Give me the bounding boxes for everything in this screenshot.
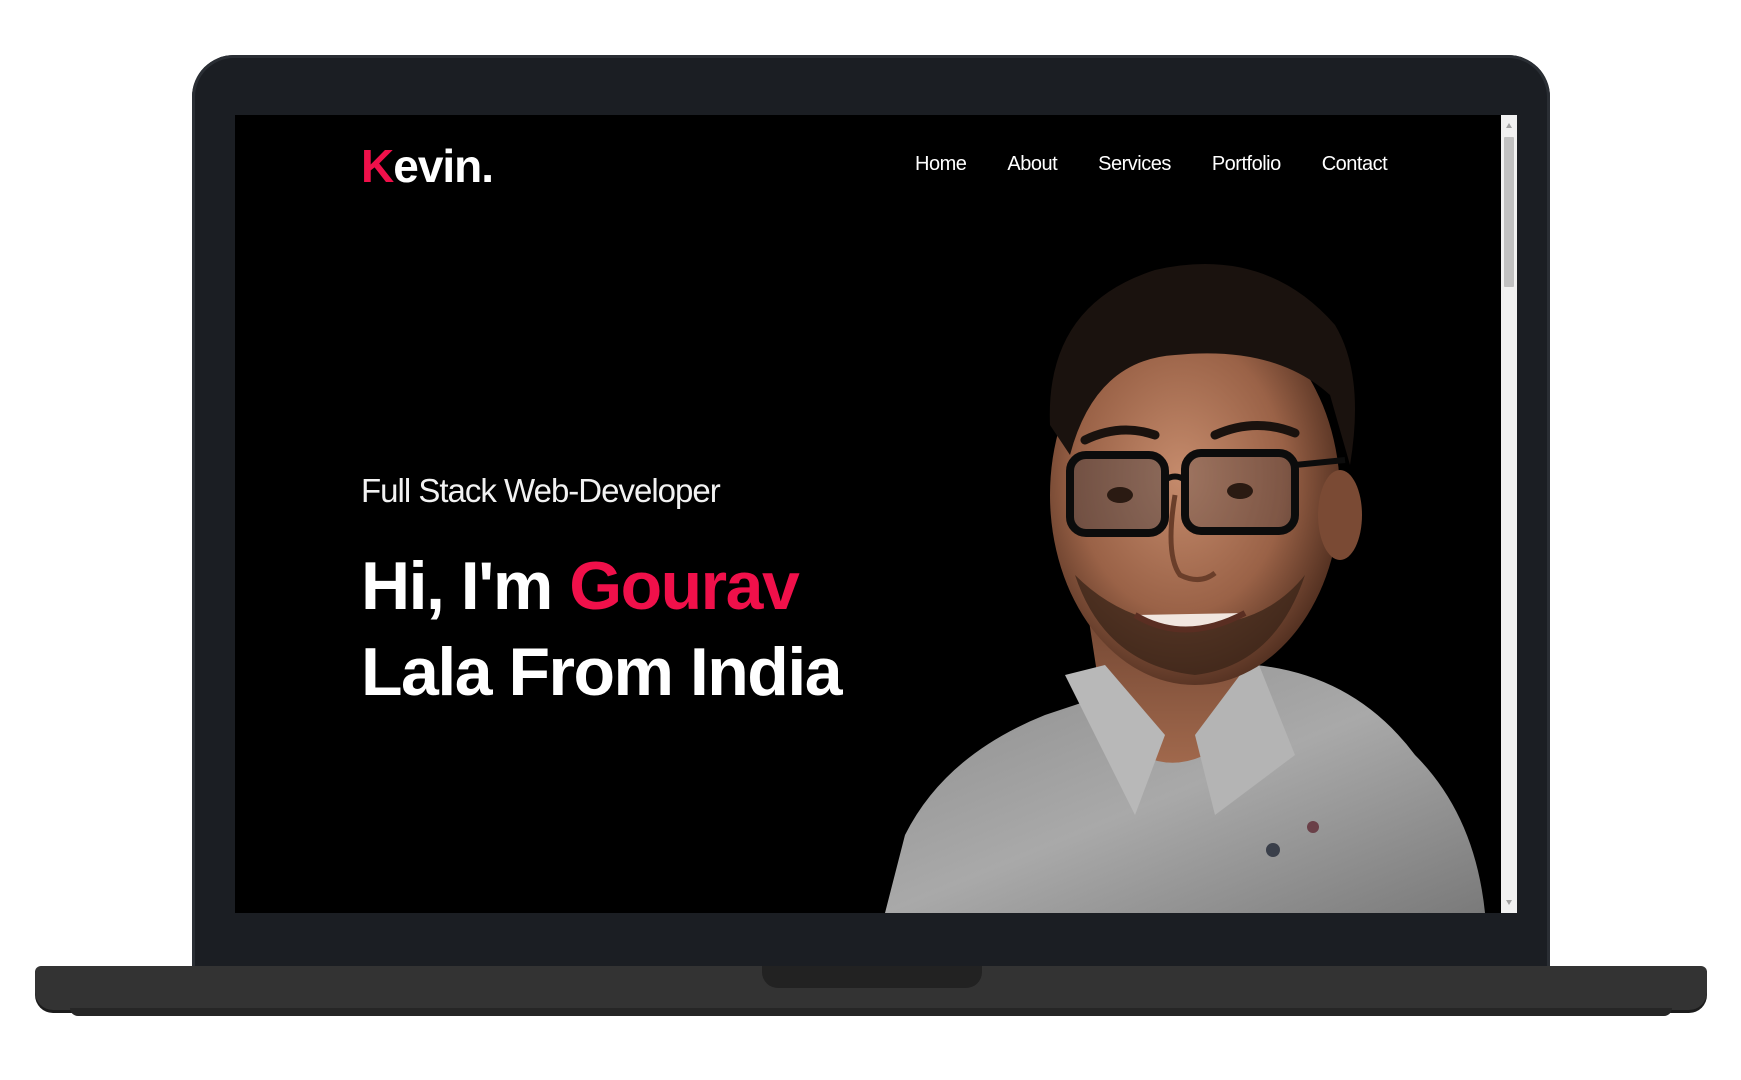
laptop-lid: Kevin. Home About Services Portfolio Con… <box>192 55 1550 973</box>
hero-headline: Hi, I'm Gourav Lala From India <box>361 543 843 715</box>
laptop-mockup: Kevin. Home About Services Portfolio Con… <box>0 0 1741 1080</box>
chevron-down-icon[interactable] <box>1506 900 1512 905</box>
portrait-photo <box>885 264 1485 913</box>
nav-services[interactable]: Services <box>1098 153 1171 176</box>
laptop-screen: Kevin. Home About Services Portfolio Con… <box>235 115 1517 913</box>
logo-text: evin. <box>393 140 494 192</box>
hero-subtitle: Full Stack Web-Developer <box>361 472 721 509</box>
main-nav: Home About Services Portfolio Contact <box>915 153 1428 176</box>
nav-portfolio[interactable]: Portfolio <box>1212 153 1281 176</box>
headline-line2: Lala From India <box>361 634 843 710</box>
website: Kevin. Home About Services Portfolio Con… <box>235 115 1501 913</box>
headline-prefix: Hi, I'm <box>361 548 570 624</box>
site-logo[interactable]: Kevin. <box>361 139 494 193</box>
nav-about[interactable]: About <box>1007 153 1057 176</box>
headline-name: Gourav <box>569 548 800 624</box>
laptop-notch <box>762 966 982 988</box>
chevron-up-icon[interactable] <box>1506 123 1512 128</box>
vertical-scrollbar[interactable] <box>1501 115 1517 913</box>
logo-letter: K <box>361 140 394 192</box>
scroll-thumb[interactable] <box>1504 137 1514 287</box>
nav-contact[interactable]: Contact <box>1322 153 1388 176</box>
laptop-base-foot <box>70 1008 1672 1016</box>
nav-home[interactable]: Home <box>915 153 967 176</box>
